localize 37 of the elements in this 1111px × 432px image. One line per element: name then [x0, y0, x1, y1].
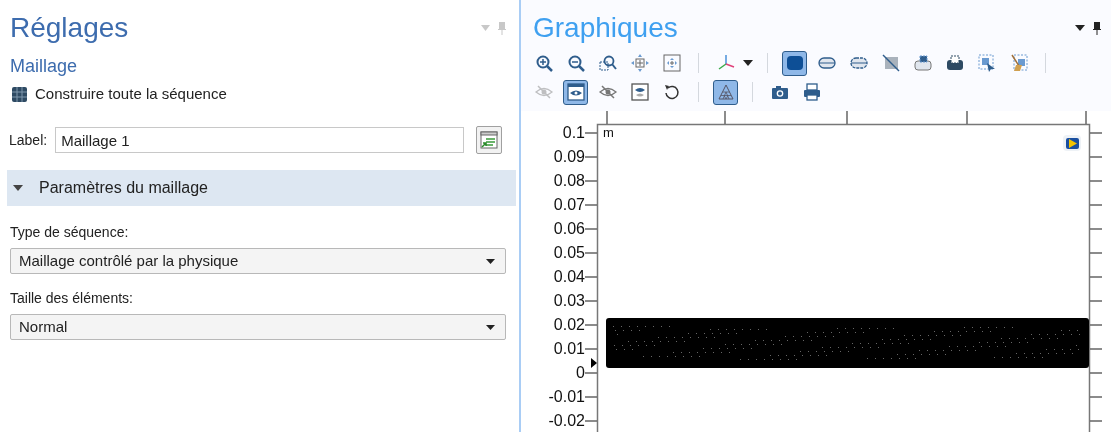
eye-icon[interactable] — [563, 79, 588, 105]
caret-icon[interactable] — [743, 60, 753, 66]
unit-label: m — [603, 125, 614, 140]
axis-tick-label: 0.05 — [553, 244, 585, 262]
axis-tick-label: 0.1 — [562, 124, 585, 142]
grid-icon — [12, 86, 27, 102]
axis-tick-label: 0.07 — [553, 196, 585, 214]
caret-icon — [486, 258, 495, 264]
section-subtitle: Maillage — [9, 55, 79, 78]
build-all-button[interactable]: Construire toute la séquence — [0, 82, 227, 106]
axis-tick-label: 0.01 — [553, 340, 585, 358]
axis-tick-label: 0.04 — [553, 268, 585, 286]
label-label: Label: — [9, 130, 48, 150]
rounded-box-icon[interactable] — [782, 50, 807, 76]
section-header[interactable]: Paramètres du maillage — [7, 170, 516, 206]
axis-tick-label: -0.02 — [548, 412, 585, 430]
caret-icon[interactable] — [1075, 25, 1085, 31]
label-input[interactable]: Maillage 1 — [55, 127, 464, 153]
color-logo-icon — [1063, 135, 1081, 151]
panel-title: Graphiques — [533, 11, 678, 45]
axis-tick-label: 0.06 — [553, 220, 585, 238]
dropdown[interactable]: Maillage contrôlé par la physique — [10, 248, 506, 274]
field-label: Taille des éléments: — [9, 289, 134, 308]
axis-tick-label: 0.02 — [553, 316, 585, 334]
caret-icon — [13, 185, 23, 191]
panel-title: Réglages — [10, 11, 129, 45]
dropdown[interactable]: Normal — [10, 314, 506, 340]
mesh-icon[interactable] — [713, 79, 738, 105]
comment-button[interactable] — [476, 126, 502, 154]
axis-tick-label: 0.08 — [553, 172, 585, 190]
axis-tick-label: 0.03 — [553, 292, 585, 310]
axis-tick-label: -0.01 — [548, 388, 585, 406]
caret-icon — [486, 324, 495, 330]
axis-tick-label: 0.09 — [553, 148, 585, 166]
field-label: Type de séquence: — [9, 223, 130, 242]
pin-icon[interactable] — [1093, 21, 1101, 35]
axis-tick-label: 0 — [576, 364, 585, 382]
